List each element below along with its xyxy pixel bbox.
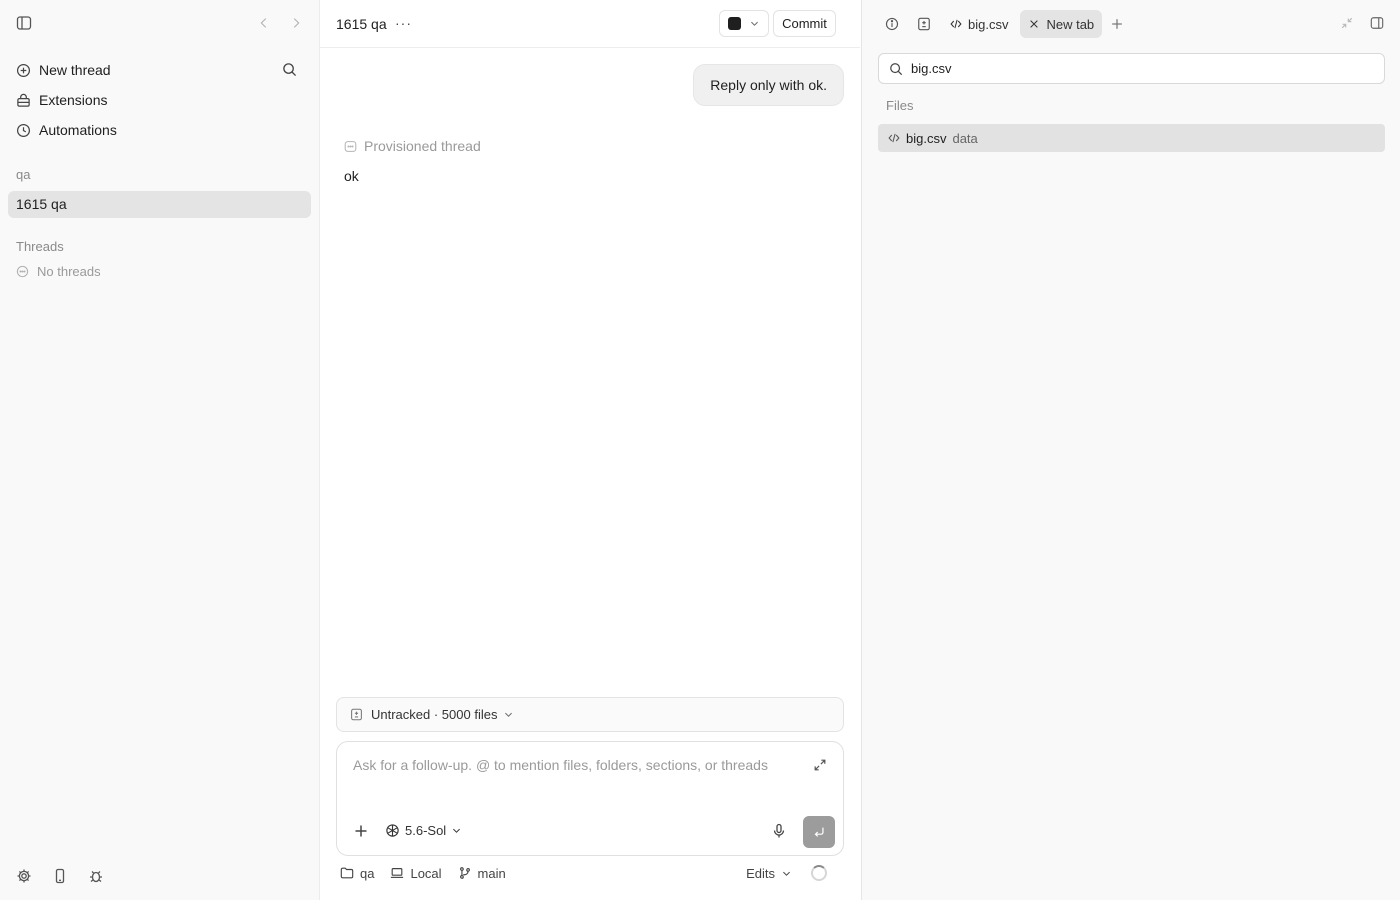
clock-icon: [16, 123, 31, 138]
add-attachment-icon[interactable]: [353, 823, 369, 839]
panel-controls: [1340, 16, 1384, 30]
chevron-left-icon[interactable]: [257, 16, 271, 30]
open-in-editor-button[interactable]: [719, 10, 769, 37]
file-result-name: big.csv: [906, 130, 947, 146]
model-selector[interactable]: 5.6-Sol: [385, 823, 462, 838]
model-logo-icon: [385, 823, 400, 838]
plus-circle-icon: [16, 63, 31, 78]
chevron-right-icon[interactable]: [289, 16, 303, 30]
conversation-header: 1615 qa ··· Commit: [320, 0, 860, 48]
diff-icon[interactable]: [910, 10, 938, 38]
chevron-down-icon: [749, 18, 760, 29]
composer: 5.6-Sol: [336, 741, 844, 856]
tab-new-tab[interactable]: New tab: [1020, 10, 1103, 38]
code-icon: [888, 132, 900, 144]
files-section-label: Files: [886, 98, 914, 113]
edits-dropdown[interactable]: Edits: [746, 866, 792, 881]
branch-selector[interactable]: main: [458, 866, 506, 881]
threads-section-label: Threads: [16, 239, 64, 254]
chat-bubble-icon: [344, 140, 357, 153]
sidebar-toggle-icon[interactable]: [16, 15, 32, 31]
editor-app-icon: [728, 17, 741, 30]
expand-icon[interactable]: [813, 758, 827, 772]
file-diff-icon: [350, 708, 363, 721]
extensions-icon: [16, 93, 31, 108]
chevron-down-icon: [451, 825, 462, 836]
automations-label: Automations: [39, 122, 117, 138]
extensions-nav-item[interactable]: Extensions: [8, 86, 311, 114]
microphone-icon[interactable]: [771, 823, 787, 839]
tab-label: New tab: [1046, 16, 1095, 32]
sidebar-toolbar: [14, 12, 309, 36]
untracked-files-label: Untracked · 5000 files: [371, 707, 498, 722]
chevron-down-icon: [781, 868, 792, 879]
commit-button[interactable]: Commit: [773, 10, 836, 37]
follow-up-input[interactable]: [353, 757, 793, 773]
side-panel: big.csv New tab Files b: [861, 0, 1400, 900]
mobile-device-icon[interactable]: [52, 868, 68, 884]
panel-toggle-icon[interactable]: [1370, 16, 1384, 30]
git-branch-icon: [458, 866, 472, 880]
sidebar: New thread Extensions Automations qa 161…: [0, 0, 320, 900]
search-icon[interactable]: [282, 62, 297, 77]
folder-selector[interactable]: qa: [340, 866, 374, 881]
no-threads-label: No threads: [37, 264, 101, 279]
laptop-icon: [390, 866, 404, 880]
chevron-down-icon: [503, 709, 514, 720]
user-message: Reply only with ok.: [693, 64, 844, 106]
folder-icon: [340, 866, 354, 880]
edits-label: Edits: [746, 865, 775, 881]
untracked-files-dropdown[interactable]: Untracked · 5000 files: [336, 697, 844, 732]
bug-icon[interactable]: [88, 868, 104, 884]
send-button[interactable]: [803, 816, 835, 848]
assistant-message: ok: [344, 168, 359, 184]
tab-label: big.csv: [968, 16, 1009, 32]
no-threads-placeholder: No threads: [16, 264, 101, 279]
composer-footer: qa Local main Edits: [336, 862, 844, 884]
environment-selector[interactable]: Local: [390, 865, 442, 881]
collapse-icon[interactable]: [1340, 16, 1354, 30]
file-result-item[interactable]: big.csv data: [878, 124, 1385, 152]
file-search-input[interactable]: [911, 61, 1371, 76]
gear-icon[interactable]: [16, 868, 32, 884]
sidebar-footer: [16, 868, 104, 884]
model-name: 5.6-Sol: [405, 823, 447, 838]
tab-big-csv[interactable]: big.csv: [942, 10, 1016, 38]
new-thread-label: New thread: [39, 62, 111, 78]
more-options-button[interactable]: ···: [395, 15, 412, 31]
chat-bubble-icon: [16, 265, 29, 278]
enter-arrow-icon: [812, 825, 826, 839]
code-icon: [950, 18, 962, 30]
close-icon[interactable]: [1028, 18, 1040, 30]
branch-label: main: [477, 865, 506, 881]
provisioned-thread-label: Provisioned thread: [364, 138, 481, 154]
panel-tab-bar: big.csv New tab: [878, 10, 1384, 38]
page-title: 1615 qa: [336, 16, 387, 32]
automations-nav-item[interactable]: Automations: [8, 116, 311, 144]
search-icon: [889, 62, 903, 76]
project-section-label: qa: [16, 167, 31, 182]
info-icon[interactable]: [878, 10, 906, 38]
provisioned-thread-status: Provisioned thread: [344, 138, 481, 154]
sidebar-item-project[interactable]: 1615 qa: [8, 191, 311, 218]
new-thread-button[interactable]: New thread: [8, 56, 311, 84]
environment-label: Local: [410, 865, 442, 881]
loading-spinner-icon: [811, 865, 827, 881]
file-search-field[interactable]: [878, 53, 1385, 84]
extensions-label: Extensions: [39, 92, 108, 108]
add-tab-icon[interactable]: [1110, 17, 1124, 31]
file-result-path: data: [952, 130, 978, 146]
folder-label: qa: [360, 865, 375, 881]
conversation-pane: 1615 qa ··· Commit Reply only with ok. P…: [320, 0, 860, 900]
